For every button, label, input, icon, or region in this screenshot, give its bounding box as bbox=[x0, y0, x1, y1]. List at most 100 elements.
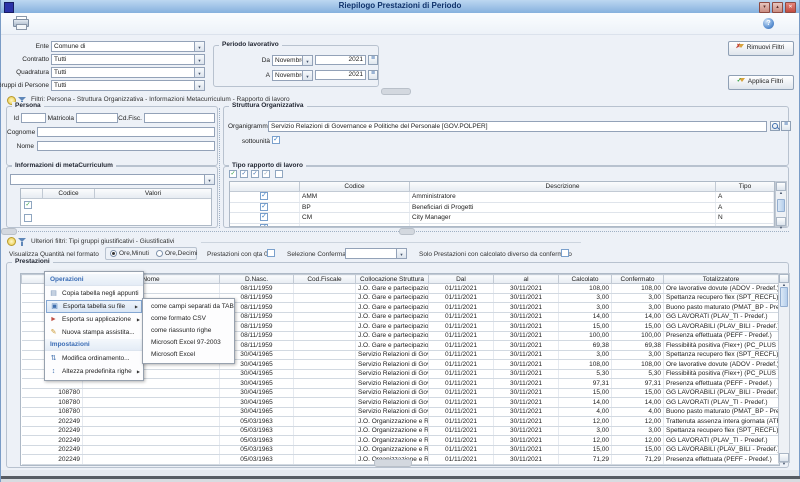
menu-item[interactable]: ►Esporta su applicazione▶ bbox=[45, 313, 143, 326]
cell bbox=[294, 445, 356, 455]
organigramma-label: Organigramma bbox=[228, 123, 266, 130]
cell: 3,00 bbox=[612, 293, 664, 303]
table-row[interactable]: 10878030/04/1965Servizio Relazioni di Go… bbox=[22, 398, 779, 408]
a-calendar-button[interactable] bbox=[368, 70, 378, 80]
matricola-field[interactable] bbox=[76, 113, 118, 123]
gruppi-select[interactable]: Tutti bbox=[51, 80, 205, 91]
table-row[interactable]: CMCity ManagerN bbox=[230, 213, 774, 224]
table-row[interactable]: 10878030/04/1965Servizio Relazioni di Go… bbox=[22, 388, 779, 398]
submenu-item[interactable]: come riassunto righe bbox=[143, 325, 234, 337]
da-month-select[interactable]: Novembre bbox=[272, 55, 313, 66]
organigramma-field[interactable]: Servizio Relazioni di Governance e Polit… bbox=[268, 121, 767, 132]
row-checkbox[interactable] bbox=[260, 192, 268, 200]
minimize-button[interactable] bbox=[759, 2, 770, 13]
check-partial-icon[interactable] bbox=[262, 170, 270, 178]
splitter-handle[interactable] bbox=[381, 88, 411, 95]
cell: 108780 bbox=[22, 398, 83, 408]
tipo-scrollbar[interactable] bbox=[775, 181, 787, 227]
table-row[interactable]: 20224905/03/1963J.O. Organizzazione e Ri… bbox=[22, 445, 779, 455]
scroll-up-icon[interactable] bbox=[776, 182, 786, 191]
menu-item[interactable]: ⇅Modifica ordinamento... bbox=[45, 352, 143, 365]
search-icon[interactable] bbox=[770, 121, 780, 131]
row-checkbox[interactable] bbox=[260, 203, 268, 211]
nome-field[interactable] bbox=[37, 141, 215, 151]
menu-item[interactable]: ▤Copia tabella negli appunti bbox=[45, 287, 143, 300]
cell bbox=[83, 426, 220, 436]
metacurriculum-select[interactable] bbox=[10, 174, 215, 185]
da-calendar-button[interactable] bbox=[368, 55, 378, 65]
table-row[interactable]: 20224905/03/1963J.O. Organizzazione e Ri… bbox=[22, 426, 779, 436]
vertical-splitter[interactable] bbox=[219, 108, 220, 228]
check-blue-icon[interactable] bbox=[240, 170, 248, 178]
cell: 30/11/2021 bbox=[494, 303, 559, 313]
submenu-item[interactable]: Microsoft Excel bbox=[143, 349, 234, 361]
splitter-handle[interactable] bbox=[1, 228, 17, 235]
contratto-select[interactable]: Tutti bbox=[51, 54, 205, 65]
menu-item[interactable]: ✎Nuova stampa assistita... bbox=[45, 326, 143, 339]
uncheck-icon[interactable] bbox=[24, 214, 32, 222]
menu-item[interactable]: ▣Esporta tabella su file▶ bbox=[46, 300, 142, 313]
scrollbar-thumb[interactable] bbox=[780, 287, 788, 307]
prestazioni-vscrollbar[interactable] bbox=[778, 273, 790, 463]
ente-select[interactable]: Comune di bbox=[51, 41, 205, 52]
splitter-handle[interactable] bbox=[399, 228, 415, 235]
column-header-valori[interactable]: Valori bbox=[95, 189, 211, 198]
ore-decimi-radio[interactable] bbox=[156, 250, 163, 257]
help-icon[interactable] bbox=[763, 18, 774, 29]
rimuovi-filtri-button[interactable]: Rimuovi Filtri bbox=[728, 41, 794, 56]
check-all-green-icon[interactable] bbox=[229, 170, 237, 178]
check-all-green-icon[interactable] bbox=[24, 201, 32, 209]
qta-checkbox[interactable] bbox=[267, 249, 275, 257]
horizontal-splitter[interactable] bbox=[6, 231, 789, 232]
quadratura-select[interactable]: Tutti bbox=[51, 67, 205, 78]
table-row[interactable]: BPBeneficiari di ProgettiA bbox=[230, 203, 774, 214]
selezione-select[interactable] bbox=[345, 248, 407, 259]
column-header-descrizione[interactable]: Descrizione bbox=[410, 182, 716, 191]
table-row[interactable]: 10878030/04/1965Servizio Relazioni di Go… bbox=[22, 407, 779, 417]
restore-button[interactable] bbox=[772, 2, 783, 13]
column-header[interactable]: Totalizzatore bbox=[664, 275, 779, 284]
printer-icon[interactable] bbox=[13, 16, 29, 29]
scroll-down-icon[interactable] bbox=[779, 453, 789, 462]
scrollbar-thumb[interactable] bbox=[777, 199, 785, 212]
scroll-up-icon[interactable] bbox=[779, 274, 789, 283]
cdfisc-field[interactable] bbox=[144, 113, 215, 123]
cell: 01/11/2021 bbox=[429, 331, 494, 341]
row-checkbox[interactable] bbox=[260, 213, 268, 221]
column-header[interactable]: D.Nasc. bbox=[220, 275, 294, 284]
submenu-item[interactable]: Microsoft Excel 97-2003 bbox=[143, 337, 234, 349]
table-row[interactable]: 20224905/03/1963J.O. Organizzazione e Ri… bbox=[22, 436, 779, 446]
ore-minuti-radio[interactable] bbox=[110, 250, 117, 257]
uncheck-icon[interactable] bbox=[275, 170, 283, 178]
table-row[interactable] bbox=[230, 224, 774, 228]
da-year-field[interactable]: 2021 bbox=[315, 55, 366, 65]
applica-filtri-button[interactable]: Applica Filtri bbox=[728, 75, 794, 90]
scroll-down-icon[interactable] bbox=[776, 217, 786, 226]
column-header[interactable]: al bbox=[494, 275, 559, 284]
column-header[interactable]: Calcolato bbox=[559, 275, 612, 284]
column-header[interactable]: Cod.Fiscale bbox=[294, 275, 356, 284]
column-header-codice[interactable]: Codice bbox=[300, 182, 410, 191]
cell: Spettanza recupero flex (SPT_RECFL) bbox=[664, 293, 779, 303]
row-checkbox[interactable] bbox=[260, 224, 268, 228]
table-row[interactable]: AMMAmministratoreA bbox=[230, 192, 774, 203]
submenu-item[interactable]: come formato CSV bbox=[143, 313, 234, 325]
table-row[interactable]: 20224905/03/1963J.O. Organizzazione e Ri… bbox=[22, 417, 779, 427]
sottounita-checkbox[interactable] bbox=[272, 136, 280, 144]
column-header-tipo[interactable]: Tipo bbox=[716, 182, 774, 191]
org-tree-icon[interactable] bbox=[781, 121, 791, 131]
solo-checkbox[interactable] bbox=[561, 249, 569, 257]
column-header[interactable]: Collocazione Struttura bbox=[356, 275, 429, 284]
check-blue-alt-icon[interactable] bbox=[251, 170, 259, 178]
a-year-field[interactable]: 2021 bbox=[315, 70, 366, 80]
cognome-field[interactable] bbox=[37, 127, 215, 137]
menu-item[interactable]: ↕Altezza predefinita righe▶ bbox=[45, 365, 143, 378]
prestazioni-hscrollbar-thumb[interactable] bbox=[374, 459, 412, 467]
submenu-item[interactable]: come campi separati da TAB bbox=[143, 301, 234, 313]
close-button[interactable] bbox=[785, 2, 796, 13]
column-header-codice[interactable]: Codice bbox=[43, 189, 95, 198]
column-header[interactable]: Dal bbox=[429, 275, 494, 284]
a-month-select[interactable]: Novembre bbox=[272, 70, 313, 81]
column-header[interactable]: Confermato bbox=[612, 275, 664, 284]
cell: 01/11/2021 bbox=[429, 322, 494, 332]
